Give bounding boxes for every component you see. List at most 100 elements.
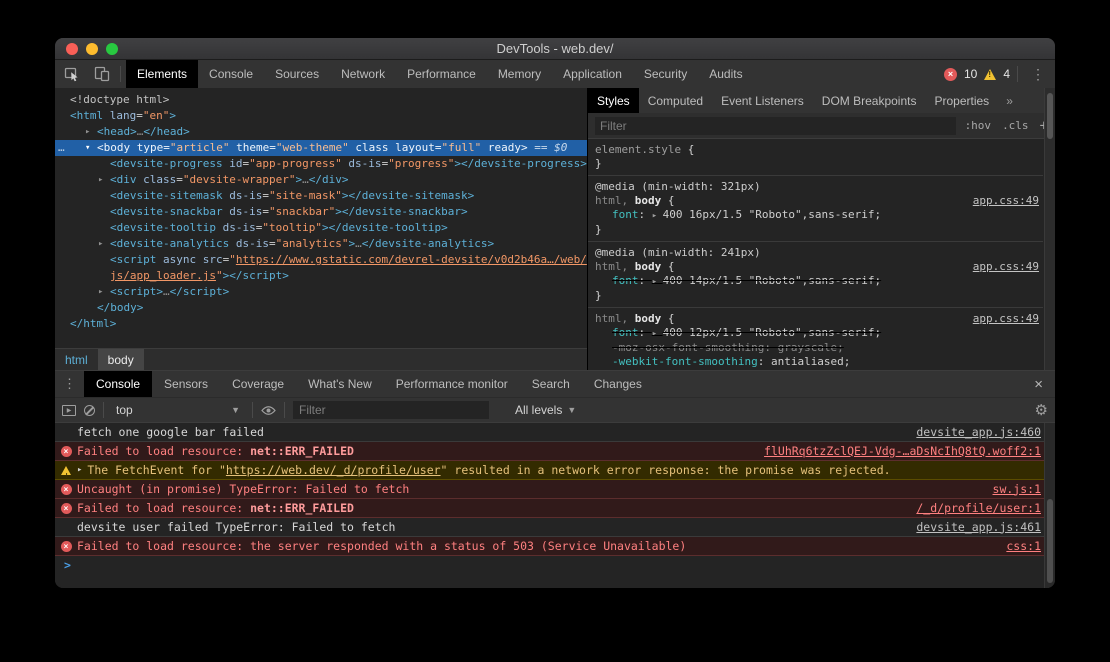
console-message-warning[interactable]: ▸The FetchEvent for "https://web.dev/_d/…	[55, 461, 1055, 480]
drawer-tab-search[interactable]: Search	[520, 371, 582, 397]
expand-message-icon[interactable]: ▸	[77, 461, 82, 480]
dom-tree-row[interactable]: </body>	[55, 300, 587, 316]
tab-security[interactable]: Security	[633, 60, 698, 88]
drawer-tab-performance-monitor[interactable]: Performance monitor	[384, 371, 520, 397]
sidebar-tab-properties[interactable]: Properties	[925, 88, 998, 113]
twisty-collapsed-icon[interactable]: ▸	[98, 236, 103, 252]
warning-count[interactable]: 4	[1003, 67, 1010, 81]
console-message-error[interactable]: ×Failed to load resource: net::ERR_FAILE…	[55, 442, 1055, 461]
dom-tree-row[interactable]: </html>	[55, 316, 587, 332]
css-property[interactable]: font: ▸ 400 14px/1.5 "Roboto",sans-serif…	[595, 274, 1043, 289]
selector[interactable]: body	[628, 194, 661, 207]
styles-filter-input[interactable]	[595, 117, 956, 135]
selector[interactable]: html,	[595, 194, 628, 207]
css-property[interactable]: font: ▸ 400 12px/1.5 "Roboto",sans-serif…	[595, 326, 1043, 341]
zoom-window-button[interactable]	[106, 43, 118, 55]
close-drawer-icon[interactable]: ×	[1022, 371, 1055, 397]
dom-tree-row[interactable]: <devsite-tooltip ds-is="tooltip"></devsi…	[55, 220, 587, 236]
drawer-tab-changes[interactable]: Changes	[582, 371, 654, 397]
minimize-window-button[interactable]	[86, 43, 98, 55]
sidebar-tab-event-listeners[interactable]: Event Listeners	[712, 88, 813, 113]
selector[interactable]: body	[628, 260, 661, 273]
inspect-element-icon[interactable]	[60, 63, 84, 85]
dom-tree-row[interactable]: <script async src="https://www.gstatic.c…	[55, 252, 587, 268]
window-titlebar[interactable]: DevTools - web.dev/	[55, 38, 1055, 60]
twisty-collapsed-icon[interactable]: ▸	[98, 172, 103, 188]
console-filter-input[interactable]	[293, 401, 489, 419]
close-window-button[interactable]	[66, 43, 78, 55]
console-sidebar-toggle-icon[interactable]: ▶	[62, 405, 76, 416]
sidebar-tab-computed[interactable]: Computed	[639, 88, 712, 113]
source-location-link[interactable]: sw.js:1	[978, 480, 1041, 499]
dom-tree-row[interactable]: ▸<script>…</script>	[55, 284, 587, 300]
css-property[interactable]: -webkit-font-smoothing: antialiased;	[595, 355, 1043, 369]
tab-console[interactable]: Console	[198, 60, 264, 88]
source-location-link[interactable]: css:1	[991, 537, 1041, 556]
tab-elements[interactable]: Elements	[126, 60, 198, 88]
selector[interactable]: body	[628, 312, 661, 325]
dom-tree-row[interactable]: ▸<div class="devsite-wrapper">…</div>	[55, 172, 587, 188]
dom-tree-row[interactable]: ▸<head>…</head>	[55, 124, 587, 140]
execution-context-selector[interactable]: top ▼	[112, 403, 244, 417]
stylesheet-link[interactable]: app.css:49	[973, 260, 1039, 274]
dom-tree-row[interactable]: <devsite-snackbar ds-is="snackbar"></dev…	[55, 204, 587, 220]
console-message-error[interactable]: ×Failed to load resource: net::ERR_FAILE…	[55, 499, 1055, 518]
clear-console-icon[interactable]	[84, 405, 95, 416]
css-property[interactable]: -moz-osx-font-smoothing: grayscale;	[595, 341, 1043, 355]
styles-scrollbar-thumb[interactable]	[1047, 93, 1053, 139]
breadcrumb-item-html[interactable]: html	[55, 349, 98, 370]
tab-memory[interactable]: Memory	[487, 60, 552, 88]
expand-value-icon[interactable]: ▸	[652, 211, 663, 221]
tab-audits[interactable]: Audits	[698, 60, 753, 88]
css-property[interactable]: font: ▸ 400 16px/1.5 "Roboto",sans-serif…	[595, 208, 1043, 223]
source-location-link[interactable]: /_d/profile/user:1	[901, 499, 1041, 518]
dom-tree-row[interactable]: js/app_loader.js"></script>	[55, 268, 587, 284]
warning-count-icon[interactable]	[984, 69, 996, 80]
styles-scrollbar[interactable]	[1044, 88, 1055, 370]
selector[interactable]: html,	[595, 260, 628, 273]
twisty-collapsed-icon[interactable]: ▸	[98, 284, 103, 300]
source-location-link[interactable]: devsite_app.js:460	[901, 423, 1041, 442]
dom-tree[interactable]: <!doctype html><html lang="en">▸<head>…<…	[55, 88, 587, 348]
error-count-icon[interactable]: ×	[944, 68, 957, 81]
expand-value-icon[interactable]: ▸	[652, 277, 663, 287]
dom-tree-row[interactable]: <devsite-progress id="app-progress" ds-i…	[55, 156, 587, 172]
drawer-menu-icon[interactable]: ⋮	[55, 371, 84, 397]
drawer-tab-coverage[interactable]: Coverage	[220, 371, 296, 397]
dom-tree-row[interactable]: …▾<body type="article" theme="web-theme"…	[55, 140, 587, 156]
console-message-error[interactable]: ×Uncaught (in promise) TypeError: Failed…	[55, 480, 1055, 499]
message-inline-link[interactable]: https://web.dev/_d/profile/user	[226, 463, 441, 477]
console-message-log[interactable]: fetch one google bar faileddevsite_app.j…	[55, 423, 1055, 442]
drawer-tab-what-s-new[interactable]: What's New	[296, 371, 384, 397]
expand-value-icon[interactable]: ▸	[652, 329, 663, 339]
dom-tree-row[interactable]: ▸<devsite-analytics ds-is="analytics">…<…	[55, 236, 587, 252]
twisty-collapsed-icon[interactable]: ▸	[85, 124, 90, 140]
tab-sources[interactable]: Sources	[264, 60, 330, 88]
console-settings-gear-icon[interactable]: ⚙	[1035, 401, 1048, 419]
drawer-tab-console[interactable]: Console	[84, 371, 152, 397]
console-message-log[interactable]: devsite user failed TypeError: Failed to…	[55, 518, 1055, 537]
live-expression-icon[interactable]	[261, 405, 276, 416]
tab-performance[interactable]: Performance	[396, 60, 487, 88]
devtools-menu-icon[interactable]: ⋮	[1025, 66, 1051, 83]
drawer-tab-sensors[interactable]: Sensors	[152, 371, 220, 397]
element-classes-button[interactable]: .cls	[1002, 119, 1029, 132]
dom-tree-row[interactable]: <html lang="en">	[55, 108, 587, 124]
tab-application[interactable]: Application	[552, 60, 633, 88]
device-toolbar-icon[interactable]	[90, 63, 114, 85]
console-scrollbar[interactable]	[1044, 423, 1055, 588]
source-location-link[interactable]: flUhRq6tzZclQEJ-Vdg-…aDsNcIhQ8tQ.woff2:1	[749, 442, 1041, 461]
console-prompt[interactable]: >	[55, 556, 1055, 575]
stylesheet-link[interactable]: app.css:49	[973, 312, 1039, 326]
source-location-link[interactable]: devsite_app.js:461	[901, 518, 1041, 537]
toggle-element-state-button[interactable]: :hov	[965, 119, 992, 132]
breadcrumb-item-body[interactable]: body	[98, 349, 144, 370]
selector[interactable]: element.style	[595, 143, 681, 156]
sidebar-tab-dom-breakpoints[interactable]: DOM Breakpoints	[813, 88, 926, 113]
more-tabs-icon[interactable]: »	[998, 88, 1021, 113]
console-message-error[interactable]: ×Failed to load resource: the server res…	[55, 537, 1055, 556]
tab-network[interactable]: Network	[330, 60, 396, 88]
dom-tree-row[interactable]: <devsite-sitemask ds-is="site-mask"></de…	[55, 188, 587, 204]
sidebar-tab-styles[interactable]: Styles	[588, 88, 639, 113]
log-levels-dropdown[interactable]: All levels ▼	[515, 403, 576, 417]
